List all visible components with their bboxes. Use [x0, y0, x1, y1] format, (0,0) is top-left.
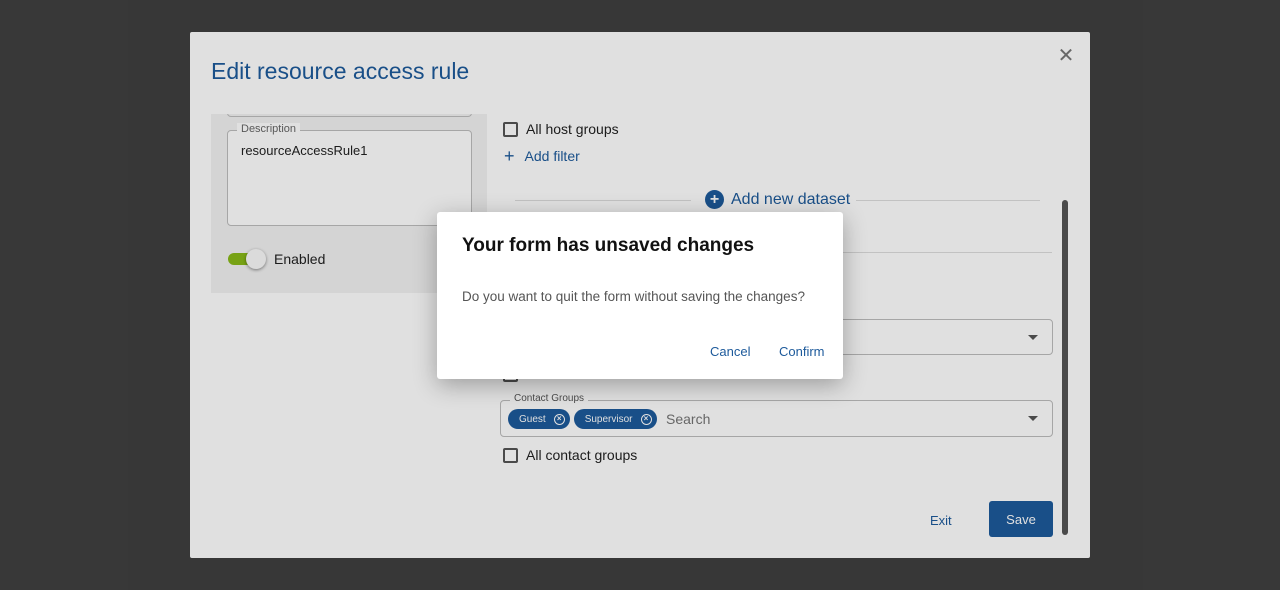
dialog-message: Do you want to quit the form without sav…: [462, 289, 805, 304]
confirm-button[interactable]: Confirm: [779, 344, 825, 359]
unsaved-changes-dialog: Your form has unsaved changes Do you wan…: [437, 212, 843, 379]
cancel-button[interactable]: Cancel: [710, 344, 750, 359]
dialog-title: Your form has unsaved changes: [462, 235, 755, 256]
